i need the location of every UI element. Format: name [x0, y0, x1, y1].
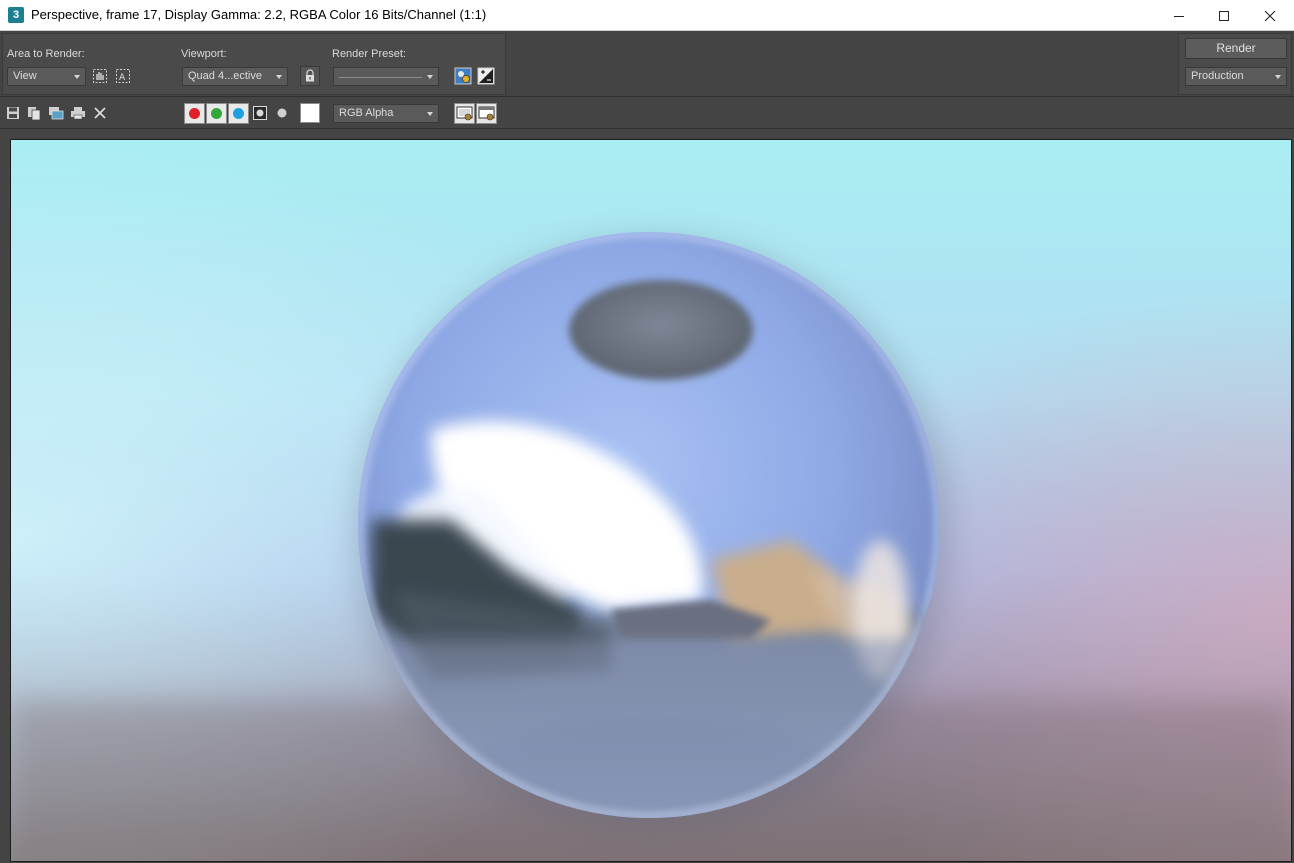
save-image-button[interactable] [4, 104, 22, 122]
close-icon [1264, 10, 1276, 21]
monochrome-icon [277, 108, 287, 118]
area-to-render-value: View [13, 70, 37, 82]
display-channel-dropdown[interactable]: RGB Alpha [333, 104, 439, 123]
blue-channel-toggle[interactable] [228, 103, 249, 124]
render-button[interactable]: Render [1185, 38, 1287, 59]
red-channel-toggle[interactable] [184, 103, 205, 124]
exposure-control-button[interactable] [476, 66, 496, 86]
green-channel-icon [211, 108, 222, 119]
display-channel-value: RGB Alpha [339, 107, 394, 119]
area-to-render-dropdown[interactable]: View [7, 67, 86, 86]
toggle-ui-overlay-button[interactable] [454, 103, 475, 124]
close-window-button[interactable] [1247, 0, 1293, 31]
rendered-image [10, 139, 1292, 862]
red-channel-icon [189, 108, 200, 119]
frame-buffer-toolbar: RGB Alpha [0, 99, 1294, 129]
render-mode-dropdown[interactable]: Production [1185, 67, 1287, 86]
pan-region-icon [93, 69, 107, 83]
lock-viewport-button[interactable] [300, 66, 320, 86]
minimize-icon [1174, 15, 1184, 17]
copy-image-button[interactable] [25, 104, 43, 122]
chevron-down-icon [427, 112, 433, 116]
chevron-down-icon [276, 75, 282, 79]
print-image-button[interactable] [69, 104, 87, 122]
svg-text:A: A [119, 73, 126, 83]
lock-icon [306, 69, 314, 82]
title-bar: 3 Perspective, frame 17, Display Gamma: … [0, 0, 1294, 31]
clone-window-icon [49, 107, 64, 120]
alpha-channel-toggle[interactable] [251, 104, 269, 122]
exposure-control-icon [477, 67, 495, 85]
render-history-icon [478, 106, 495, 121]
environment-icon [454, 67, 472, 85]
app-icon: 3 [8, 7, 24, 23]
render-mode-value: Production [1191, 70, 1244, 82]
clear-icon [94, 107, 106, 119]
toggle-ui-button[interactable] [476, 103, 497, 124]
area-to-render-label: Area to Render: [7, 48, 85, 60]
print-icon [71, 107, 85, 120]
clear-image-button[interactable] [91, 104, 109, 122]
alpha-channel-icon [253, 106, 267, 120]
chevron-down-icon [427, 75, 433, 79]
monochrome-toggle[interactable] [273, 104, 291, 122]
environment-and-effects-button[interactable] [453, 66, 473, 86]
maximize-button[interactable] [1201, 0, 1247, 31]
viewport-dropdown[interactable]: Quad 4...ective [182, 67, 288, 86]
chevron-down-icon [74, 75, 80, 79]
viewport-value: Quad 4...ective [188, 70, 262, 82]
preset-empty-line [339, 77, 422, 78]
auto-region-button[interactable]: A [113, 66, 133, 86]
render-canvas [11, 140, 1291, 861]
blue-channel-icon [233, 108, 244, 119]
save-image-icon [7, 107, 19, 119]
minimize-button[interactable] [1156, 0, 1202, 31]
render-preset-label: Render Preset: [332, 48, 406, 60]
auto-region-icon: A [116, 69, 130, 83]
frame-buffer-icon [456, 106, 473, 121]
pan-region-button[interactable] [90, 66, 110, 86]
copy-image-icon [28, 107, 41, 120]
render-settings-panel: Area to Render: View A Viewport: Quad 4.… [0, 31, 1294, 97]
maximize-icon [1219, 10, 1229, 21]
chevron-down-icon [1275, 75, 1281, 79]
background-color-swatch[interactable] [300, 103, 320, 123]
viewport-label: Viewport: [181, 48, 227, 60]
render-preset-dropdown[interactable] [333, 67, 439, 86]
green-channel-toggle[interactable] [206, 103, 227, 124]
clone-window-button[interactable] [47, 104, 65, 122]
window-title: Perspective, frame 17, Display Gamma: 2.… [31, 7, 487, 22]
